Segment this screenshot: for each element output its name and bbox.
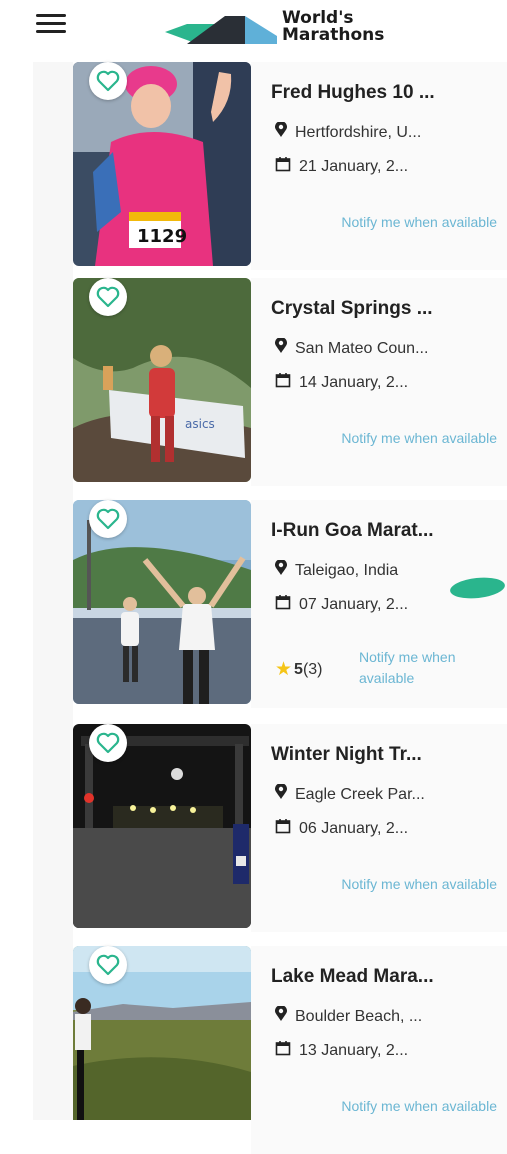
event-title[interactable]: I-Run Goa Marat...: [271, 520, 434, 542]
event-location: Eagle Creek Par...: [275, 783, 425, 805]
logo-text: World's Marathons: [282, 8, 385, 45]
notify-me-link[interactable]: Notify me when available: [341, 214, 497, 230]
logo-mark-icon: [165, 16, 277, 44]
favorite-heart-icon[interactable]: [89, 724, 127, 762]
notify-me-link[interactable]: Notify me when available: [359, 647, 499, 689]
event-card[interactable]: 1129 Fred Hughes 10 ... Hertfordshire, U…: [73, 62, 507, 270]
calendar-icon: [275, 818, 291, 839]
event-location: Boulder Beach, ...: [275, 1005, 422, 1027]
map-pin-icon: [275, 121, 287, 143]
event-date: 14 January, 2...: [275, 372, 408, 393]
calendar-icon: [275, 156, 291, 177]
notify-me-link[interactable]: Notify me when available: [341, 1098, 497, 1114]
event-location: Taleigao, India: [275, 559, 398, 581]
rating-value: 5: [294, 660, 303, 678]
notify-me-link[interactable]: Notify me when available: [341, 876, 497, 892]
map-pin-icon: [275, 783, 287, 805]
favorite-heart-icon[interactable]: [89, 278, 127, 316]
event-date: 13 January, 2...: [275, 1040, 408, 1061]
event-rating: ★ 5 (3): [275, 658, 323, 681]
event-card[interactable]: Winter Night Tr... Eagle Creek Par... 06…: [73, 724, 507, 932]
top-bar: World's Marathons: [0, 0, 507, 56]
event-location: Hertfordshire, U...: [275, 121, 421, 143]
event-card[interactable]: I-Run Goa Marat... Taleigao, India 07 Ja…: [73, 500, 507, 708]
event-card[interactable]: asics Crystal Springs ... San Mateo Coun…: [73, 278, 507, 486]
svg-text:1129: 1129: [137, 226, 187, 247]
map-pin-icon: [275, 337, 287, 359]
map-pin-icon: [275, 1005, 287, 1027]
event-info: Crystal Springs ... San Mateo Coun... 14…: [251, 278, 507, 486]
event-info: Fred Hughes 10 ... Hertfordshire, U... 2…: [251, 62, 507, 270]
favorite-heart-icon[interactable]: [89, 500, 127, 538]
calendar-icon: [275, 594, 291, 615]
event-title[interactable]: Crystal Springs ...: [271, 298, 433, 320]
worlds-marathons-logo[interactable]: World's Marathons: [165, 8, 395, 48]
event-title[interactable]: Winter Night Tr...: [271, 744, 422, 766]
map-pin-icon: [275, 559, 287, 581]
notify-me-link[interactable]: Notify me when available: [341, 430, 497, 446]
event-title[interactable]: Fred Hughes 10 ...: [271, 82, 435, 104]
event-date: 21 January, 2...: [275, 156, 408, 177]
event-info: I-Run Goa Marat... Taleigao, India 07 Ja…: [251, 500, 507, 708]
favorite-heart-icon[interactable]: [89, 62, 127, 100]
event-title[interactable]: Lake Mead Mara...: [271, 966, 434, 988]
calendar-icon: [275, 1040, 291, 1061]
event-date: 06 January, 2...: [275, 818, 408, 839]
hamburger-menu-icon[interactable]: [36, 14, 66, 36]
favorite-heart-icon[interactable]: [89, 946, 127, 984]
star-icon: ★: [275, 659, 293, 680]
event-info: Winter Night Tr... Eagle Creek Par... 06…: [251, 724, 507, 932]
svg-text:asics: asics: [185, 417, 215, 431]
event-info: Lake Mead Mara... Boulder Beach, ... 13 …: [251, 946, 507, 1154]
calendar-icon: [275, 372, 291, 393]
event-location: San Mateo Coun...: [275, 337, 428, 359]
event-date: 07 January, 2...: [275, 594, 408, 615]
event-card[interactable]: Lake Mead Mara... Boulder Beach, ... 13 …: [73, 946, 507, 1154]
rating-count: (3): [302, 660, 323, 678]
event-feed[interactable]: 1129 Fred Hughes 10 ... Hertfordshire, U…: [0, 62, 507, 1154]
